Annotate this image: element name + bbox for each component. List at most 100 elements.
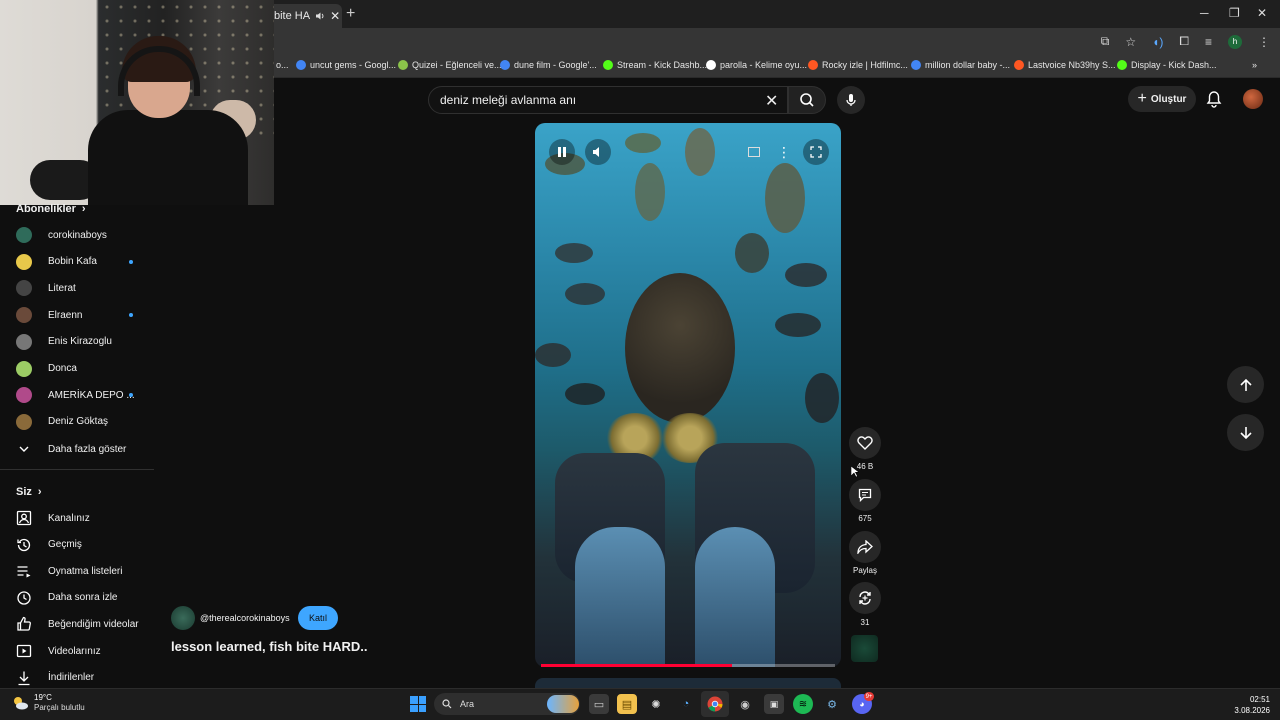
bookmark-item[interactable]: o... <box>276 60 289 70</box>
bookmarks-overflow-icon[interactable]: » <box>1252 60 1257 70</box>
like-button[interactable] <box>849 427 881 459</box>
temperature: 19°C <box>34 693 52 702</box>
subscription-label: AMERİKA DEPO ... <box>48 389 135 401</box>
sidebar-item-video[interactable]: Videolarınız <box>16 641 156 661</box>
short-video-player[interactable]: ⋮ <box>535 123 841 667</box>
channel-avatar[interactable] <box>171 606 195 630</box>
fish-shape <box>565 383 605 405</box>
obs-icon[interactable]: ◉ <box>735 694 755 714</box>
share-button[interactable] <box>849 531 881 563</box>
more-options-icon[interactable]: ⋮ <box>771 139 797 165</box>
search-icon <box>442 699 452 709</box>
fish-shape <box>735 233 769 273</box>
account-avatar[interactable] <box>1243 89 1263 109</box>
video-progress-bar[interactable] <box>541 664 835 667</box>
fish-shape <box>775 313 821 337</box>
sidebar-subscription-item[interactable]: Elraenn <box>16 305 156 325</box>
notifications-button[interactable] <box>1206 90 1222 113</box>
sidebar-item-clock[interactable]: Daha sonra izle <box>16 588 156 608</box>
maximize-button[interactable]: ❐ <box>1229 6 1240 20</box>
fullscreen-button[interactable] <box>803 139 829 165</box>
bookmark-label: Stream - Kick Dashb... <box>617 60 708 70</box>
next-short-preview[interactable] <box>535 678 841 688</box>
steam-icon[interactable]: ⚙ <box>822 694 842 714</box>
microphone-icon <box>846 94 856 106</box>
sidebar-subscription-item[interactable]: corokinaboys <box>16 225 156 245</box>
remix-button[interactable] <box>849 582 881 614</box>
comments-button[interactable] <box>849 479 881 511</box>
sidebar-item-download[interactable]: İndirilenler <box>16 668 156 688</box>
create-button[interactable]: + Oluştur <box>1128 86 1196 112</box>
pause-button[interactable] <box>549 139 575 165</box>
bookmark-item[interactable]: Rocky izle | Hdfilmc... <box>808 60 908 70</box>
channel-name[interactable]: @therealcorokinaboys <box>200 613 290 623</box>
chrome-icon[interactable] <box>705 694 725 714</box>
taskbar-clock[interactable]: 02:51 3.08.2026 <box>1228 694 1270 716</box>
sidebar-subscription-item[interactable]: Enis Kirazoglu <box>16 332 156 352</box>
bookmark-item[interactable]: dune film - Google'... <box>500 60 597 70</box>
join-button[interactable]: Katıl <box>298 606 338 630</box>
sidebar-item-playlist[interactable]: Oynatma listeleri <box>16 561 156 581</box>
file-explorer-icon[interactable]: ▤ <box>617 694 637 714</box>
previous-short-button[interactable] <box>1227 366 1264 403</box>
bookmark-item[interactable]: uncut gems - Googl... <box>296 60 396 70</box>
sidebar-item-label: Videolarınız <box>48 645 101 657</box>
minimize-button[interactable]: ─ <box>1200 6 1209 20</box>
next-short-button[interactable] <box>1227 414 1264 451</box>
sidebar-subscription-item[interactable]: Literat <box>16 278 156 298</box>
sidebar-item-history[interactable]: Geçmiş <box>16 535 156 555</box>
search-button[interactable] <box>788 86 826 114</box>
bookmark-item[interactable]: Lastvoice Nb39hy S... <box>1014 60 1116 70</box>
extensions-icon[interactable]: ⧠ <box>1179 34 1189 49</box>
new-tab-button[interactable]: + <box>346 5 355 23</box>
task-view-icon[interactable]: ▭ <box>589 694 609 714</box>
clear-search-icon[interactable]: ✕ <box>765 91 778 111</box>
sidebar-item-channel[interactable]: Kanalınız <box>16 508 156 528</box>
sidebar-subscription-item[interactable]: Donca <box>16 359 156 379</box>
sidebar-item-label: Geçmiş <box>48 539 82 551</box>
sidebar-subscription-item[interactable]: AMERİKA DEPO ... <box>16 385 156 405</box>
chevron-right-icon: › <box>37 486 42 498</box>
sidebar-subscription-item[interactable]: Deniz Göktaş <box>16 412 156 432</box>
subscriptions-header[interactable]: Abonelikler › <box>16 203 86 215</box>
volume-button[interactable] <box>585 139 611 165</box>
subscription-label: Elraenn <box>48 309 83 321</box>
channel-avatar <box>16 333 32 350</box>
bookmark-item[interactable]: Display - Kick Dash... <box>1117 60 1217 70</box>
channel-avatar <box>16 253 32 270</box>
show-more-label: Daha fazla göster <box>48 443 127 455</box>
bookmark-item[interactable]: million dollar baby -... <box>911 60 1010 70</box>
sidebar-item-thumbs-up[interactable]: Beğendiğim videolar <box>16 614 156 634</box>
browser-tab[interactable]: bite HA ✕ <box>268 4 342 28</box>
tab-close-icon[interactable]: ✕ <box>330 9 340 23</box>
spotify-icon[interactable]: ≋ <box>793 694 813 714</box>
sound-thumbnail[interactable] <box>851 635 878 662</box>
bell-icon <box>1206 91 1222 108</box>
media-control-icon[interactable]: ◖) <box>1152 35 1163 49</box>
taskbar-search-placeholder: Ara <box>460 699 475 709</box>
chatgpt-icon[interactable]: ✺ <box>646 694 666 714</box>
voice-search-button[interactable] <box>837 86 865 114</box>
terminal-icon[interactable]: ▣ <box>764 694 784 714</box>
miniplayer-icon[interactable] <box>741 139 767 165</box>
install-app-icon[interactable]: ⧉ <box>1101 34 1110 49</box>
reading-list-icon[interactable]: ≡ <box>1205 35 1212 49</box>
bookmark-star-icon[interactable]: ☆ <box>1125 35 1136 49</box>
edge-icon[interactable]: ◔ <box>676 694 696 714</box>
sidebar-subscription-item[interactable]: Bobin Kafa <box>16 252 156 272</box>
bookmark-item[interactable]: Stream - Kick Dashb... <box>603 60 707 70</box>
show-more-button[interactable]: Daha fazla göster <box>16 439 156 459</box>
arrow-up-icon <box>1239 378 1252 391</box>
start-button[interactable] <box>410 696 426 712</box>
bookmark-item[interactable]: parolla - Kelime oyu... <box>706 60 807 70</box>
close-window-button[interactable]: ✕ <box>1257 6 1267 20</box>
you-section-header[interactable]: Siz › <box>16 486 42 498</box>
profile-avatar[interactable]: h <box>1228 34 1242 49</box>
browser-menu-icon[interactable]: ⋮ <box>1258 35 1270 49</box>
weather-widget[interactable]: 19°C Parçalı bulutlu <box>12 693 85 713</box>
search-input[interactable]: deniz meleği avlanma anı <box>428 86 788 114</box>
subscription-label: Donca <box>48 363 77 374</box>
channel-avatar <box>16 360 32 377</box>
bookmark-item[interactable]: Quizei - Eğlenceli ve... <box>398 60 502 70</box>
new-content-dot <box>129 313 133 318</box>
